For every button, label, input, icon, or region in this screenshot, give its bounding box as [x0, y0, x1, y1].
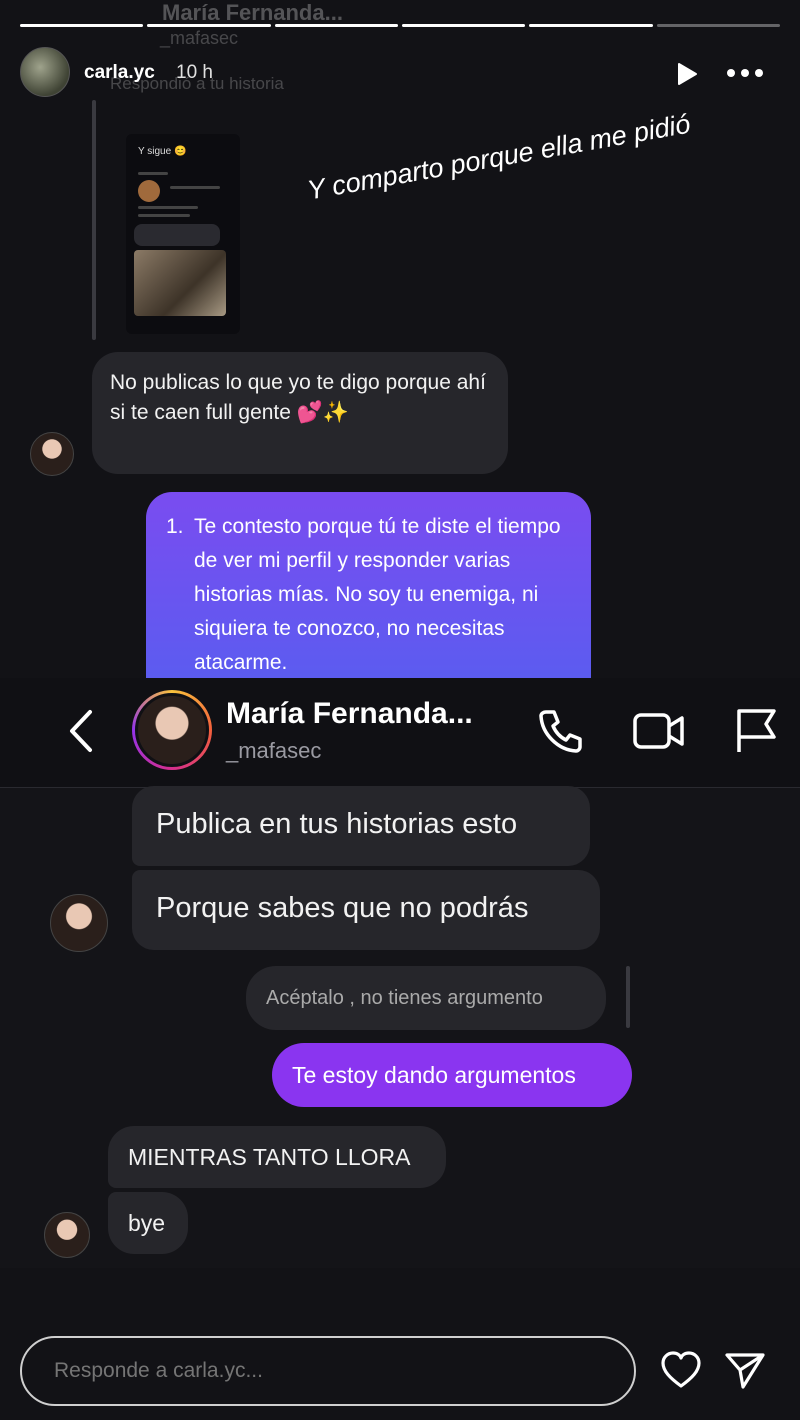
contact-avatar-large[interactable] — [132, 690, 212, 770]
outgoing-message: 1. Te contesto porque tú te diste el tie… — [146, 492, 591, 682]
contact-username: _mafasec — [226, 738, 322, 763]
progress-segment — [20, 24, 144, 27]
more-options-icon[interactable] — [726, 66, 764, 80]
contact-name[interactable]: María Fernanda... — [226, 697, 473, 731]
reply-indicator-bar — [92, 100, 96, 340]
story-progress — [20, 24, 780, 28]
outgoing-message-text: Te contesto porque tú te diste el tiempo… — [194, 515, 561, 674]
ghost-contact-name: María Fernanda... — [162, 0, 343, 25]
ghost-contact-username: _mafasec — [160, 28, 239, 48]
story-username[interactable]: carla.yc — [84, 62, 155, 84]
report-flag-icon[interactable] — [734, 706, 778, 754]
incoming-message: Publica en tus historias esto — [132, 786, 590, 866]
story-avatar[interactable] — [20, 47, 70, 97]
story-caption: Y comparto porque ella me pidió — [305, 108, 693, 206]
contact-avatar — [30, 432, 74, 476]
story-reply-input[interactable] — [20, 1336, 636, 1406]
back-arrow-icon[interactable] — [66, 708, 96, 754]
progress-segment — [401, 24, 526, 27]
phone-icon[interactable] — [536, 706, 584, 754]
play-icon[interactable] — [676, 62, 698, 86]
thumbnail-image — [134, 250, 226, 316]
thumbnail-bubble — [134, 224, 220, 246]
incoming-message: No publicas lo que yo te digo porque ahí… — [92, 352, 508, 474]
outgoing-message: Te estoy dando argumentos — [272, 1043, 632, 1107]
progress-segment — [656, 24, 780, 27]
incoming-message: Porque sabes que no podrás — [132, 870, 600, 950]
thumbnail-line — [138, 214, 190, 217]
incoming-message: MIENTRAS TANTO LLORA — [108, 1126, 446, 1188]
reply-indicator-bar — [626, 966, 630, 1028]
heart-icon[interactable] — [660, 1350, 702, 1390]
send-icon[interactable] — [724, 1350, 766, 1390]
replied-message: Acéptalo , no tienes argumento — [246, 966, 606, 1030]
thumbnail-avatar — [138, 180, 160, 202]
list-number: 1. — [166, 515, 184, 538]
thumbnail-line — [138, 206, 198, 209]
thumbnail-line — [170, 186, 220, 189]
thumbnail-title: Y sigue 😊 — [138, 146, 187, 157]
thumbnail-line — [138, 172, 168, 175]
incoming-message: bye — [108, 1192, 188, 1254]
story-time: 10 h — [176, 62, 213, 83]
contact-avatar — [44, 1212, 90, 1258]
story-viewer: María Fernanda... _mafasec Respondió a t… — [0, 0, 800, 1420]
contact-avatar — [50, 894, 108, 952]
video-call-icon[interactable] — [632, 710, 686, 752]
progress-segment — [529, 24, 653, 27]
